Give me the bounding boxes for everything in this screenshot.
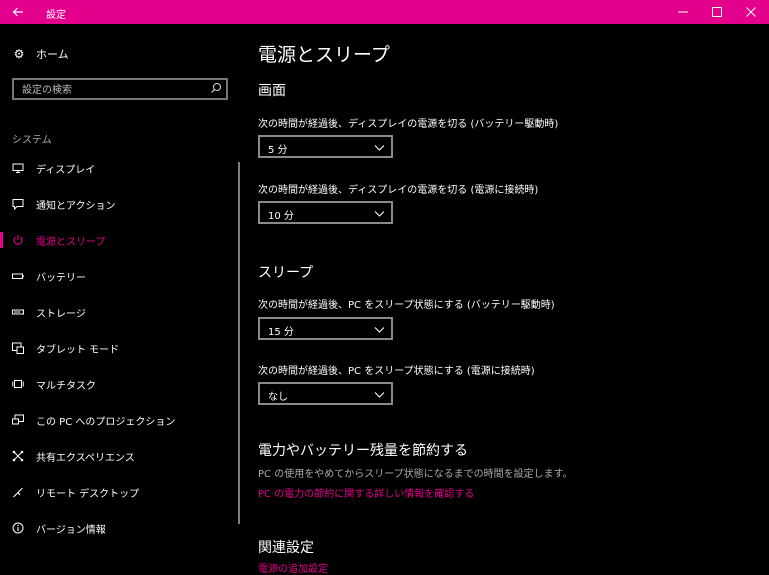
sidebar-item-label: バージョン情報 <box>36 525 106 536</box>
sidebar-item-display[interactable]: ディスプレイ <box>0 156 240 180</box>
sidebar-item-about[interactable]: バージョン情報 <box>0 516 240 540</box>
multitasking-icon <box>12 380 24 388</box>
tablet-mode-icon <box>12 342 24 354</box>
sleep-battery-label: 次の時間が経過後、PC をスリープ状態にする (バッテリー駆動時) <box>258 300 555 311</box>
sleep-battery-dropdown[interactable]: 15 分 <box>258 317 393 340</box>
search-icon <box>211 82 222 93</box>
dropdown-value: 10 分 <box>268 211 294 222</box>
page-title: 電源とスリープ <box>258 44 390 66</box>
home-label: ホーム <box>36 48 69 61</box>
dropdown-value: 5 分 <box>268 145 288 156</box>
dropdown-value: 15 分 <box>268 327 294 338</box>
back-button[interactable] <box>0 0 36 24</box>
chevron-down-icon <box>374 392 385 398</box>
sidebar-item-label: 共有エクスペリエンス <box>36 453 135 464</box>
window-title: 設定 <box>46 10 66 21</box>
section-heading-related: 関連設定 <box>258 540 314 556</box>
sidebar-item-label: ディスプレイ <box>36 165 96 176</box>
sidebar-item-label: バッテリー <box>36 273 86 284</box>
gear-icon: ⚙ <box>13 47 25 61</box>
remote-desktop-icon <box>13 487 23 498</box>
close-button[interactable] <box>734 0 768 24</box>
section-heading-saving: 電力やバッテリー残量を節約する <box>258 443 468 459</box>
sleep-plugged-dropdown[interactable]: なし <box>258 382 393 405</box>
sidebar-scrollbar[interactable] <box>238 162 240 524</box>
sleep-plugged-label: 次の時間が経過後、PC をスリープ状態にする (電源に接続時) <box>258 366 535 377</box>
info-icon <box>12 522 24 534</box>
sidebar-item-power-sleep[interactable]: 電源とスリープ <box>0 228 240 252</box>
active-indicator <box>0 232 3 248</box>
monitor-icon <box>12 163 24 173</box>
shared-experiences-icon <box>12 450 24 462</box>
sidebar-item-label: リモート デスクトップ <box>36 489 140 500</box>
maximize-button[interactable] <box>700 0 734 24</box>
chat-bubble-icon <box>12 199 24 210</box>
main-content: 電源とスリープ 画面 次の時間が経過後、ディスプレイの電源を切る (バッテリー駆… <box>258 24 758 575</box>
sidebar-item-remote-desktop[interactable]: リモート デスクトップ <box>0 480 240 504</box>
chevron-down-icon <box>374 211 385 217</box>
back-arrow-icon <box>12 7 23 17</box>
screen-plugged-dropdown[interactable]: 10 分 <box>258 201 393 224</box>
dropdown-value: なし <box>268 392 288 403</box>
chevron-down-icon <box>374 145 385 151</box>
battery-icon <box>12 273 24 279</box>
sidebar-item-shared-experiences[interactable]: 共有エクスペリエンス <box>0 444 240 468</box>
sidebar-item-battery[interactable]: バッテリー <box>0 264 240 288</box>
sidebar-item-label: タブレット モード <box>36 345 120 356</box>
maximize-icon <box>712 7 722 17</box>
screen-plugged-label: 次の時間が経過後、ディスプレイの電源を切る (電源に接続時) <box>258 185 539 196</box>
projection-icon <box>12 414 24 425</box>
search-input[interactable] <box>20 82 204 98</box>
sidebar-item-label: 通知とアクション <box>36 201 116 212</box>
sidebar-item-label: ストレージ <box>36 309 86 320</box>
power-icon <box>13 235 23 245</box>
screen-battery-label: 次の時間が経過後、ディスプレイの電源を切る (バッテリー駆動時) <box>258 119 559 130</box>
saving-description: PC の使用をやめてからスリープ状態になるまでの時間を設定します。 <box>258 469 573 480</box>
close-icon <box>746 7 756 17</box>
search-box[interactable] <box>12 78 228 100</box>
minimize-button[interactable] <box>666 0 700 24</box>
section-heading-screen: 画面 <box>258 83 286 99</box>
title-bar: 設定 <box>0 0 769 24</box>
sidebar-item-multitasking[interactable]: マルチタスク <box>0 372 240 396</box>
home-nav-item[interactable]: ⚙ ホーム <box>12 46 69 62</box>
sidebar-item-storage[interactable]: ストレージ <box>0 300 240 324</box>
sidebar-item-tablet-mode[interactable]: タブレット モード <box>0 336 240 360</box>
section-title-system: システム <box>12 135 52 146</box>
sidebar-item-label: この PC へのプロジェクション <box>36 417 176 428</box>
sidebar-item-label: 電源とスリープ <box>36 237 106 248</box>
minimize-icon <box>678 11 688 13</box>
storage-drive-icon <box>12 309 24 315</box>
sidebar-item-projection[interactable]: この PC へのプロジェクション <box>0 408 240 432</box>
additional-power-settings-link[interactable]: 電源の追加設定 <box>258 560 328 575</box>
saving-info-link[interactable]: PC の電力の節約に関する詳しい情報を確認する <box>258 485 474 500</box>
section-heading-sleep: スリープ <box>258 265 314 281</box>
chevron-down-icon <box>374 327 385 333</box>
sidebar-item-notifications[interactable]: 通知とアクション <box>0 192 240 216</box>
sidebar-item-label: マルチタスク <box>36 381 96 392</box>
screen-battery-dropdown[interactable]: 5 分 <box>258 135 393 158</box>
